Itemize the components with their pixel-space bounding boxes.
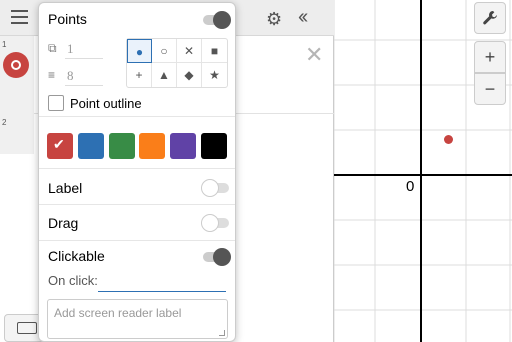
expression-row-gutter: 1 bbox=[0, 36, 34, 114]
size-input[interactable]: 8 bbox=[65, 66, 103, 86]
drag-toggle[interactable] bbox=[201, 214, 229, 232]
style-option-star[interactable]: ★ bbox=[202, 63, 227, 87]
clickable-toggle[interactable] bbox=[203, 248, 231, 266]
style-option-square[interactable]: ■ bbox=[202, 39, 227, 63]
expression-row-gutter: 2 bbox=[0, 114, 34, 154]
points-title: Points bbox=[48, 11, 87, 27]
resize-grip-icon[interactable] bbox=[219, 330, 225, 336]
style-option-cross[interactable]: ✕ bbox=[177, 39, 202, 63]
on-click-input[interactable] bbox=[98, 291, 226, 292]
label-option-text: Label bbox=[48, 180, 83, 196]
opacity-input[interactable]: 1 bbox=[65, 39, 103, 59]
hamburger-menu-icon[interactable] bbox=[11, 10, 28, 26]
color-swatch-orange[interactable] bbox=[139, 133, 165, 159]
plotted-point[interactable] bbox=[444, 135, 453, 144]
drag-option-text: Drag bbox=[48, 215, 79, 231]
screen-reader-placeholder: Add screen reader label bbox=[54, 306, 182, 320]
gear-icon[interactable]: ⚙ bbox=[266, 9, 282, 30]
color-swatch-purple[interactable] bbox=[170, 133, 196, 159]
point-outline-checkbox[interactable] bbox=[48, 95, 64, 111]
row-number: 1 bbox=[2, 40, 7, 49]
graph-settings-button[interactable] bbox=[474, 2, 506, 34]
label-toggle[interactable] bbox=[201, 179, 229, 197]
origin-label: 0 bbox=[406, 178, 415, 195]
style-popup: Points ⧉ 1 ≡ 8 ● ○ ✕ ■ + ▲ ◆ ★ Point out… bbox=[38, 2, 236, 342]
point-outline-label: Point outline bbox=[70, 96, 142, 111]
close-icon[interactable]: ✕ bbox=[305, 42, 323, 68]
clickable-option-text: Clickable bbox=[48, 248, 105, 264]
row-number: 2 bbox=[2, 118, 7, 127]
opacity-icon: ⧉ bbox=[48, 41, 57, 55]
color-swatch-black[interactable] bbox=[201, 133, 227, 159]
zoom-out-button[interactable]: − bbox=[474, 73, 506, 105]
point-style-grid: ● ○ ✕ ■ + ▲ ◆ ★ bbox=[126, 38, 228, 88]
color-swatch-green[interactable] bbox=[109, 133, 135, 159]
drag-section: Drag bbox=[39, 205, 235, 241]
style-option-triangle[interactable]: ▲ bbox=[152, 63, 177, 87]
style-option-dot[interactable]: ● bbox=[127, 39, 152, 63]
double-chevron-left-icon[interactable]: ‹‹ bbox=[298, 6, 308, 29]
color-swatch-red[interactable] bbox=[47, 133, 73, 159]
points-section: Points ⧉ 1 ≡ 8 ● ○ ✕ ■ + ▲ ◆ ★ Point out… bbox=[39, 3, 235, 117]
style-option-open-circle[interactable]: ○ bbox=[152, 39, 177, 63]
screen-reader-label-input[interactable]: Add screen reader label bbox=[47, 299, 228, 339]
size-icon: ≡ bbox=[48, 68, 56, 82]
label-section: Label bbox=[39, 169, 235, 205]
point-style-icon[interactable] bbox=[3, 52, 29, 78]
points-toggle[interactable] bbox=[203, 11, 231, 29]
style-option-diamond[interactable]: ◆ bbox=[177, 63, 202, 87]
style-option-plus[interactable]: + bbox=[127, 63, 152, 87]
zoom-in-button[interactable]: + bbox=[474, 41, 506, 73]
wrench-icon bbox=[482, 10, 498, 30]
on-click-label: On click: bbox=[48, 273, 98, 288]
keyboard-icon bbox=[17, 322, 37, 334]
color-swatch-blue[interactable] bbox=[78, 133, 104, 159]
